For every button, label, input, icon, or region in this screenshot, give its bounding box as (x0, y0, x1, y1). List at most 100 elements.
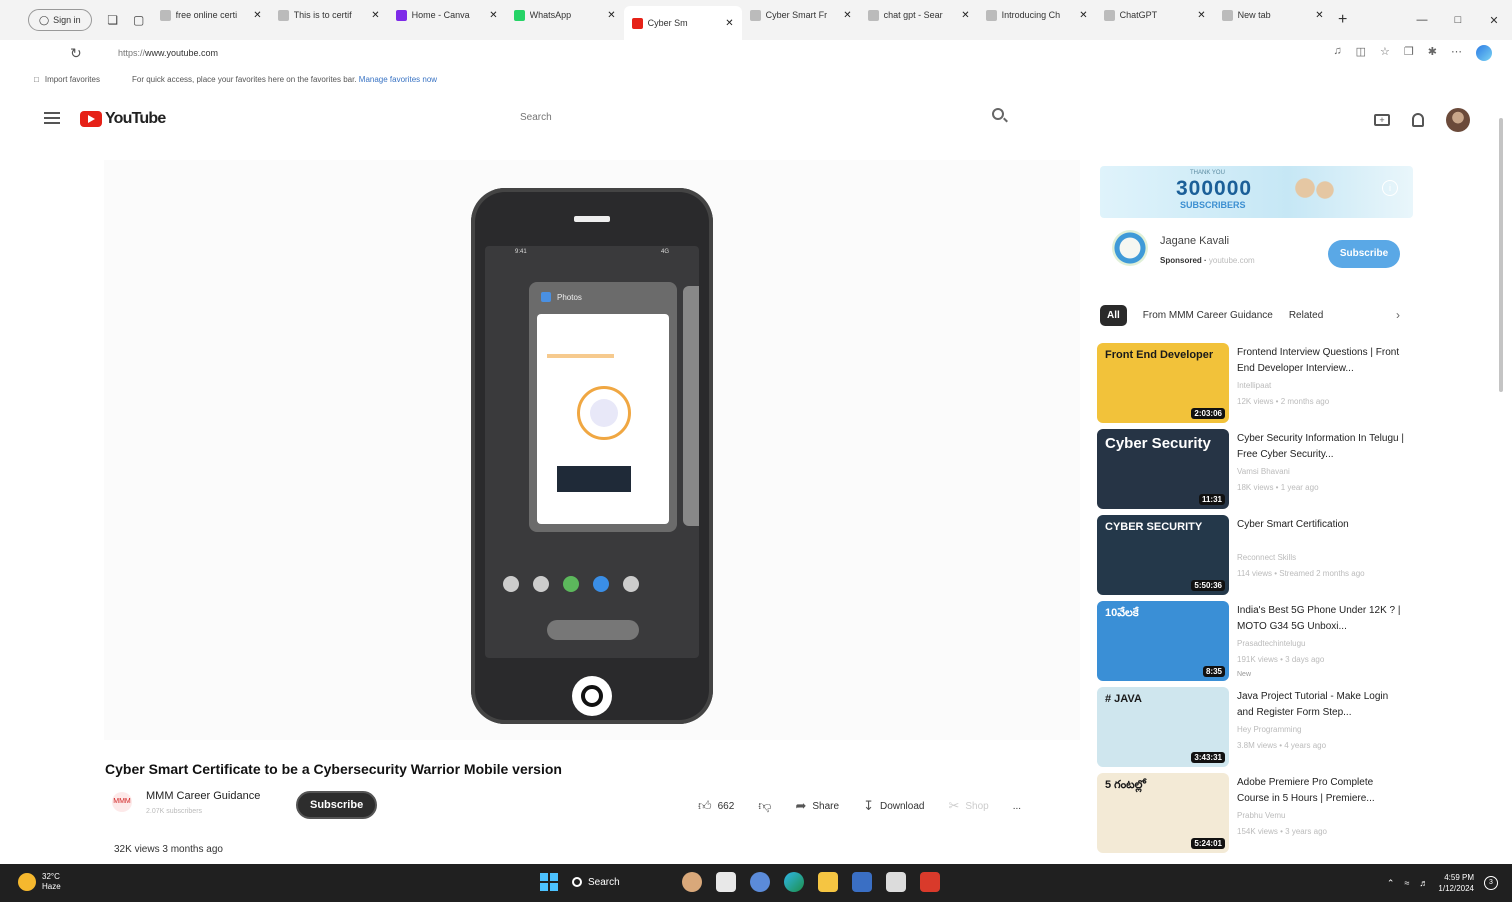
favorite-star-icon[interactable]: ☆ (1380, 45, 1390, 61)
more-actions-button[interactable]: ... (1013, 801, 1021, 812)
taskbar-file-icon[interactable] (716, 872, 736, 892)
page-scrollbar[interactable] (1499, 118, 1503, 392)
sponsor-avatar[interactable] (1112, 230, 1148, 266)
taskbar-explorer-icon[interactable] (818, 872, 838, 892)
tab-actions-icon[interactable]: ▢ (126, 13, 152, 27)
browser-tab[interactable]: ChatGPT ✕ (1096, 0, 1214, 30)
collections-icon[interactable]: ❐ (1404, 45, 1414, 61)
close-tab-icon[interactable]: ✕ (1315, 10, 1323, 21)
copilot-icon[interactable] (1476, 45, 1492, 61)
browser-tab[interactable]: Cyber Sm ✕ (623, 6, 742, 40)
read-aloud-icon[interactable]: ♫ (1333, 45, 1341, 61)
split-screen-icon[interactable]: ◫ (1356, 45, 1366, 61)
recommendation-title[interactable]: Java Project Tutorial - Make Login and R… (1237, 689, 1405, 721)
subscribe-button[interactable]: Subscribe (296, 791, 378, 819)
close-tab-icon[interactable]: ✕ (1197, 10, 1205, 21)
create-video-icon[interactable]: + (1374, 114, 1390, 126)
taskbar-acrobat-icon[interactable] (920, 872, 940, 892)
close-tab-icon[interactable]: ✕ (489, 10, 497, 21)
taskbar-edge-icon[interactable] (784, 872, 804, 892)
recommendation-thumbnail[interactable]: CYBER SECURITY 5:50:36 (1097, 515, 1229, 595)
hamburger-menu-icon[interactable] (44, 112, 60, 124)
new-tab-button[interactable]: + (1332, 11, 1354, 29)
close-tab-icon[interactable]: ✕ (607, 10, 615, 21)
chip-related[interactable]: Related (1289, 310, 1323, 321)
recommendation-thumbnail[interactable]: 10వేలకే 8:35 (1097, 601, 1229, 681)
browser-tab[interactable]: WhatsApp ✕ (506, 0, 624, 30)
recommendation-channel[interactable]: Hey Programming (1237, 725, 1301, 734)
recommendation-title[interactable]: Adobe Premiere Pro Complete Course in 5 … (1237, 775, 1405, 807)
recommendation-channel[interactable]: Prasadtechintelugu (1237, 639, 1306, 648)
channel-avatar[interactable]: MMM (112, 792, 132, 812)
recommendation-channel[interactable]: Vamsi Bhavani (1237, 467, 1290, 476)
recommendation-title[interactable]: Cyber Smart Certification (1237, 517, 1405, 533)
reload-icon[interactable]: ↻ (70, 45, 82, 62)
browser-tab[interactable]: Introducing Ch ✕ (978, 0, 1096, 30)
wifi-icon[interactable]: ≈ (1404, 878, 1409, 888)
close-tab-icon[interactable]: ✕ (961, 10, 969, 21)
minimize-icon[interactable]: — (1404, 14, 1440, 26)
ad-banner[interactable]: THANK YOU 300000 SUBSCRIBERS i (1100, 166, 1413, 218)
taskbar-copilot-icon[interactable] (682, 872, 702, 892)
dislike-button[interactable]: 👎︎ (758, 798, 771, 814)
browser-tab[interactable]: chat gpt - Sear ✕ (860, 0, 978, 30)
recommendation-thumbnail[interactable]: # JAVA 3:43:31 (1097, 687, 1229, 767)
taskbar-app-icon[interactable] (886, 872, 906, 892)
windows-start-icon[interactable] (540, 873, 558, 891)
recommendation-channel[interactable]: Reconnect Skills (1237, 553, 1296, 562)
ad-info-icon[interactable]: i (1382, 180, 1398, 196)
close-window-icon[interactable]: ✕ (1476, 14, 1512, 27)
download-button[interactable]: ↧ Download (863, 798, 924, 814)
browser-tab[interactable]: free online certi ✕ (152, 0, 270, 30)
notifications-bell-icon[interactable] (1412, 113, 1424, 127)
recommendation-title[interactable]: India's Best 5G Phone Under 12K ? | MOTO… (1237, 603, 1405, 635)
sponsor-name[interactable]: Jagane Kavali (1160, 235, 1229, 247)
channel-name[interactable]: MMM Career Guidance (146, 790, 260, 802)
recommendation-item[interactable]: CYBER SECURITY 5:50:36 Cyber Smart Certifi… (1097, 515, 1407, 601)
browser-more-icon[interactable]: ⋯ (1451, 45, 1462, 61)
recommendation-item[interactable]: 10వేలకే 8:35 India's Best 5G Phone Under 1… (1097, 601, 1407, 687)
weather-widget[interactable]: 32°C Haze (18, 872, 61, 892)
shop-button[interactable]: ✂ Shop (948, 798, 988, 814)
sponsor-subscribe-button[interactable]: Subscribe (1328, 240, 1400, 268)
url-field[interactable]: https://www.youtube.com (118, 48, 218, 58)
taskbar-store-icon[interactable] (852, 872, 872, 892)
search-icon[interactable] (992, 108, 1004, 120)
chip-from-channel[interactable]: From MMM Career Guidance (1143, 310, 1273, 321)
search-input[interactable] (510, 106, 980, 128)
taskbar-chat-icon[interactable] (750, 872, 770, 892)
recommendation-channel[interactable]: Intellipaat (1237, 381, 1271, 390)
recommendation-thumbnail[interactable]: 5 గంటల్లో 5:24:01 (1097, 773, 1229, 853)
browser-tab[interactable]: New tab ✕ (1214, 0, 1332, 30)
close-tab-icon[interactable]: ✕ (725, 18, 733, 29)
recommendation-item[interactable]: Front End Developer 2:03:06 Frontend Inter… (1097, 343, 1407, 429)
manage-favorites-link[interactable]: Manage favorites now (359, 75, 437, 84)
recommendation-item[interactable]: Cyber Security 11:31 Cyber Security Inform… (1097, 429, 1407, 515)
sign-in-button[interactable]: ◯ Sign in (28, 9, 92, 31)
notification-badge[interactable]: 3 (1484, 876, 1498, 890)
taskbar-search[interactable]: Search (572, 877, 668, 888)
recommendation-item[interactable]: # JAVA 3:43:31 Java Project Tutorial - Mak… (1097, 687, 1407, 773)
recommendation-channel[interactable]: Prabhu Vemu (1237, 811, 1285, 820)
chip-all[interactable]: All (1100, 304, 1127, 326)
chevron-right-icon[interactable]: › (1396, 308, 1400, 322)
video-player[interactable]: 9:41 4G Photos (104, 160, 1080, 740)
like-button[interactable]: 👍︎ 662 (698, 798, 734, 814)
recommendation-thumbnail[interactable]: Front End Developer 2:03:06 (1097, 343, 1229, 423)
account-avatar[interactable] (1446, 108, 1470, 132)
volume-icon[interactable]: ♬ (1419, 878, 1428, 888)
tray-chevron-up-icon[interactable]: ⌃ (1387, 878, 1395, 889)
workspaces-icon[interactable]: ❏ (100, 13, 126, 27)
close-tab-icon[interactable]: ✕ (371, 10, 379, 21)
taskbar-clock[interactable]: 4:59 PM 1/12/2024 (1438, 872, 1474, 894)
browser-tab[interactable]: Cyber Smart Fr ✕ (742, 0, 860, 30)
share-button[interactable]: ➦ Share (795, 798, 839, 814)
extensions-icon[interactable]: ✱ (1428, 45, 1437, 61)
browser-tab[interactable]: Home - Canva ✕ (388, 0, 506, 30)
recommendation-item[interactable]: 5 గంటల్లో 5:24:01 Adobe Premiere Pro Compl… (1097, 773, 1407, 859)
close-tab-icon[interactable]: ✕ (253, 10, 261, 21)
youtube-logo[interactable]: YouTube (80, 110, 166, 128)
recommendation-title[interactable]: Cyber Security Information In Telugu | F… (1237, 431, 1405, 463)
browser-tab[interactable]: This is to certif ✕ (270, 0, 388, 30)
maximize-icon[interactable]: □ (1440, 14, 1476, 26)
